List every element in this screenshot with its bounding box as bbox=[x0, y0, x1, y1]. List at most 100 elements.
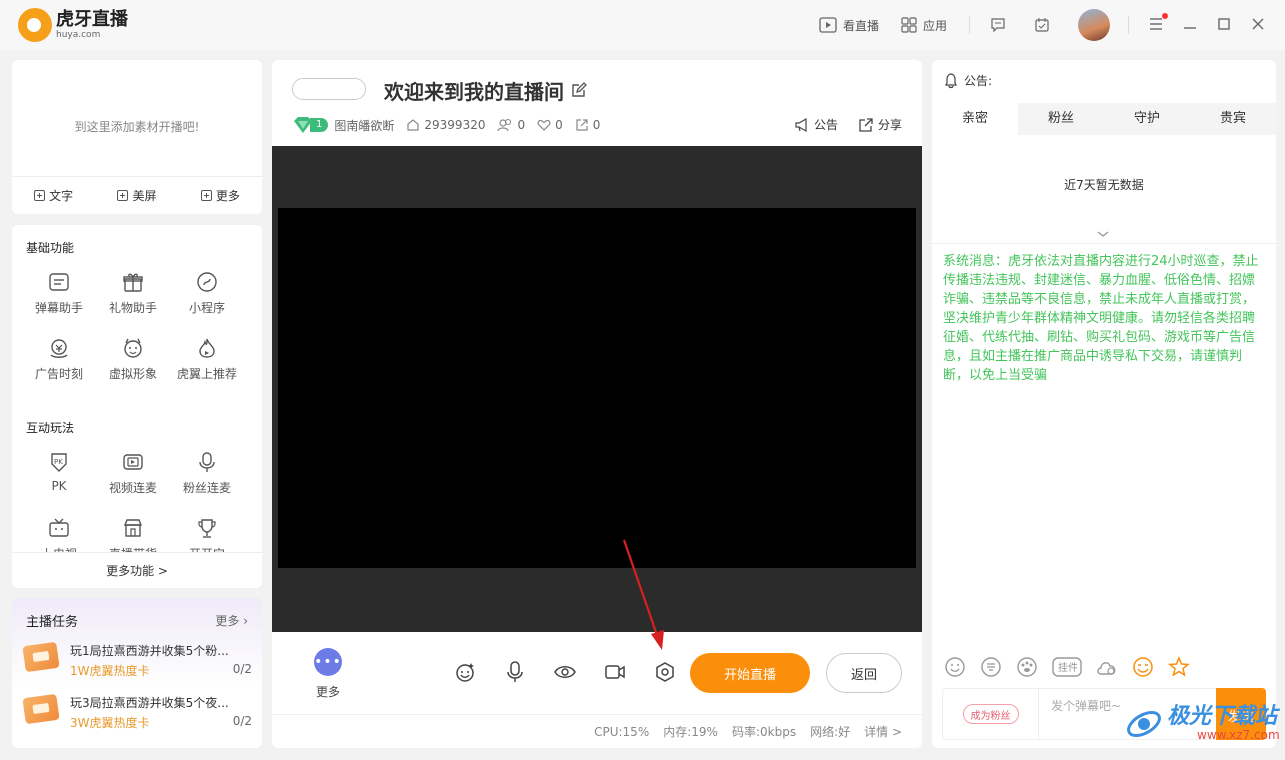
share-small-icon bbox=[576, 119, 588, 131]
tab-intimacy[interactable]: 亲密 bbox=[932, 103, 1018, 135]
mini-program[interactable]: 小程序 bbox=[170, 271, 244, 321]
calendar-icon bbox=[1035, 18, 1049, 32]
microphone-icon[interactable] bbox=[504, 661, 526, 683]
share-button[interactable]: 分享 bbox=[858, 116, 902, 133]
chat-input[interactable]: 发个弹幕吧~ bbox=[1051, 697, 1121, 714]
camera-icon[interactable] bbox=[604, 661, 626, 683]
cpu-status: CPU:15% bbox=[594, 724, 650, 739]
pk-icon: PK bbox=[51, 453, 67, 472]
site-watermark: 极光下载站 www.xz7.com bbox=[1125, 705, 1280, 743]
maximize-icon bbox=[1218, 17, 1230, 30]
message-button[interactable] bbox=[990, 17, 1012, 33]
become-fan-label: 成为粉丝 bbox=[962, 704, 1019, 724]
plugin-label-icon[interactable]: 挂件 bbox=[1052, 657, 1082, 677]
category-selector[interactable] bbox=[292, 78, 366, 100]
tab-guard[interactable]: 守护 bbox=[1104, 103, 1190, 135]
plus-icon bbox=[117, 190, 129, 201]
category-label: 图南皤欲断 bbox=[334, 118, 395, 133]
tasks-title: 主播任务 bbox=[26, 615, 79, 630]
more-functions-button[interactable]: 更多功能 > bbox=[12, 552, 262, 588]
paw-icon[interactable] bbox=[1016, 656, 1038, 678]
settings-hex-icon[interactable] bbox=[654, 661, 676, 683]
become-fan-button[interactable]: 成为粉丝 bbox=[943, 689, 1039, 739]
gift-icon bbox=[123, 273, 143, 292]
huya-logo: 虎牙直播 huya.com bbox=[18, 8, 128, 42]
chevron-down-icon[interactable] bbox=[1096, 230, 1110, 238]
chevron-right-icon: › bbox=[243, 614, 248, 628]
chat-panel: 公告: 亲密 粉丝 守护 贵宾 近7天暂无数据 系统消息：虎牙依法对直播内容进行… bbox=[932, 60, 1276, 748]
more-options-button[interactable]: ••• bbox=[314, 648, 342, 676]
ad-icon bbox=[50, 339, 68, 358]
svg-text:PK: PK bbox=[54, 458, 63, 466]
task-item[interactable]: 玩1局拉熹西游并收集5个粉... 1W虎翼热度卡 0/2 bbox=[22, 640, 252, 680]
live-room-panel: 欢迎来到我的直播间 1 图南皤欲断 29399320 0 0 0 公告 分享 •… bbox=[272, 60, 922, 748]
mic-icon bbox=[199, 452, 215, 472]
notice-header[interactable]: 公告: bbox=[944, 72, 992, 89]
share-icon bbox=[859, 117, 873, 132]
add-more-button[interactable]: 更多 bbox=[200, 187, 240, 204]
title-bar: 虎牙直播 huya.com 看直播 应用 bbox=[0, 0, 1285, 50]
add-text-button[interactable]: 文字 bbox=[34, 187, 73, 204]
user-avatar[interactable] bbox=[1078, 9, 1110, 41]
happy-icon[interactable] bbox=[1132, 656, 1154, 678]
beauty-face-icon[interactable] bbox=[454, 661, 476, 683]
video-link-icon bbox=[123, 454, 143, 470]
more-options-label: 更多 bbox=[316, 685, 341, 699]
smile-icon[interactable] bbox=[944, 656, 966, 678]
users-icon bbox=[497, 118, 512, 132]
virtual-avatar[interactable]: 虚拟形象 bbox=[96, 337, 170, 387]
flame-icon bbox=[199, 338, 215, 358]
fans-count: 0 bbox=[497, 118, 525, 132]
room-id: 29399320 bbox=[406, 118, 485, 132]
panel-splitter[interactable] bbox=[922, 340, 932, 470]
minimize-button[interactable] bbox=[1183, 17, 1197, 34]
maximize-button[interactable] bbox=[1217, 17, 1231, 34]
megaphone-icon bbox=[795, 117, 807, 132]
task-progress: 0/2 bbox=[232, 714, 252, 728]
tab-fans[interactable]: 粉丝 bbox=[1018, 103, 1104, 135]
tv-icon bbox=[49, 518, 69, 537]
apps-button[interactable]: 应用 bbox=[901, 17, 947, 34]
task-item[interactable]: 玩3局拉熹西游并收集5个夜... 3W虎翼热度卡 0/2 bbox=[22, 692, 252, 732]
mini-program-icon bbox=[197, 272, 217, 292]
tasks-more-link[interactable]: 更多 › bbox=[215, 612, 248, 629]
details-link[interactable]: 详情 > bbox=[864, 723, 902, 740]
status-bar: CPU:15% 内存:19% 码率:0kbps 网络:好 详情 > bbox=[272, 714, 922, 748]
preview-stage[interactable] bbox=[272, 146, 922, 632]
huyi-recommend[interactable]: 虎翼上推荐 bbox=[170, 337, 244, 387]
keyboard-icon[interactable] bbox=[980, 656, 1002, 678]
preview-screen[interactable] bbox=[278, 208, 916, 568]
edit-icon[interactable] bbox=[571, 82, 587, 98]
star-icon[interactable] bbox=[1168, 656, 1190, 678]
heat-card-icon bbox=[22, 641, 60, 673]
barrage-assistant[interactable]: 弹幕助手 bbox=[22, 271, 96, 321]
back-button[interactable]: 返回 bbox=[826, 653, 902, 693]
add-material-hint: 到这里添加素材开播吧! bbox=[74, 120, 200, 134]
task-name: 玩1局拉熹西游并收集5个粉... bbox=[70, 644, 229, 658]
ellipsis-icon: ••• bbox=[314, 654, 342, 670]
tab-vip[interactable]: 贵宾 bbox=[1190, 103, 1276, 135]
bitrate-status: 码率:0kbps bbox=[731, 725, 797, 739]
apps-grid-icon bbox=[901, 17, 917, 33]
fan-link[interactable]: 粉丝连麦 bbox=[170, 451, 244, 501]
start-live-button[interactable]: 开始直播 bbox=[690, 653, 810, 693]
close-button[interactable] bbox=[1251, 17, 1265, 34]
pk-function[interactable]: PK PK bbox=[22, 451, 96, 501]
divider bbox=[1128, 16, 1129, 34]
bell-icon bbox=[945, 72, 957, 88]
watermark-text: 极光下载站 bbox=[1167, 704, 1278, 729]
cloud-icon[interactable] bbox=[1096, 656, 1118, 678]
video-link[interactable]: 视频连麦 bbox=[96, 451, 170, 501]
add-screen-button[interactable]: 美屏 bbox=[117, 187, 157, 204]
apps-label: 应用 bbox=[922, 18, 947, 33]
gift-assistant[interactable]: 礼物助手 bbox=[96, 271, 170, 321]
huya-logo-icon bbox=[18, 8, 52, 42]
ad-moment[interactable]: 广告时刻 bbox=[22, 337, 96, 387]
chat-toolbar: 挂件 bbox=[944, 656, 1204, 678]
plus-icon bbox=[34, 190, 46, 201]
menu-button[interactable] bbox=[1149, 12, 1168, 33]
calendar-button[interactable] bbox=[1034, 17, 1056, 33]
watch-live-button[interactable]: 看直播 bbox=[819, 17, 879, 34]
announcement-button[interactable]: 公告 bbox=[794, 116, 838, 133]
eye-icon[interactable] bbox=[554, 661, 576, 683]
